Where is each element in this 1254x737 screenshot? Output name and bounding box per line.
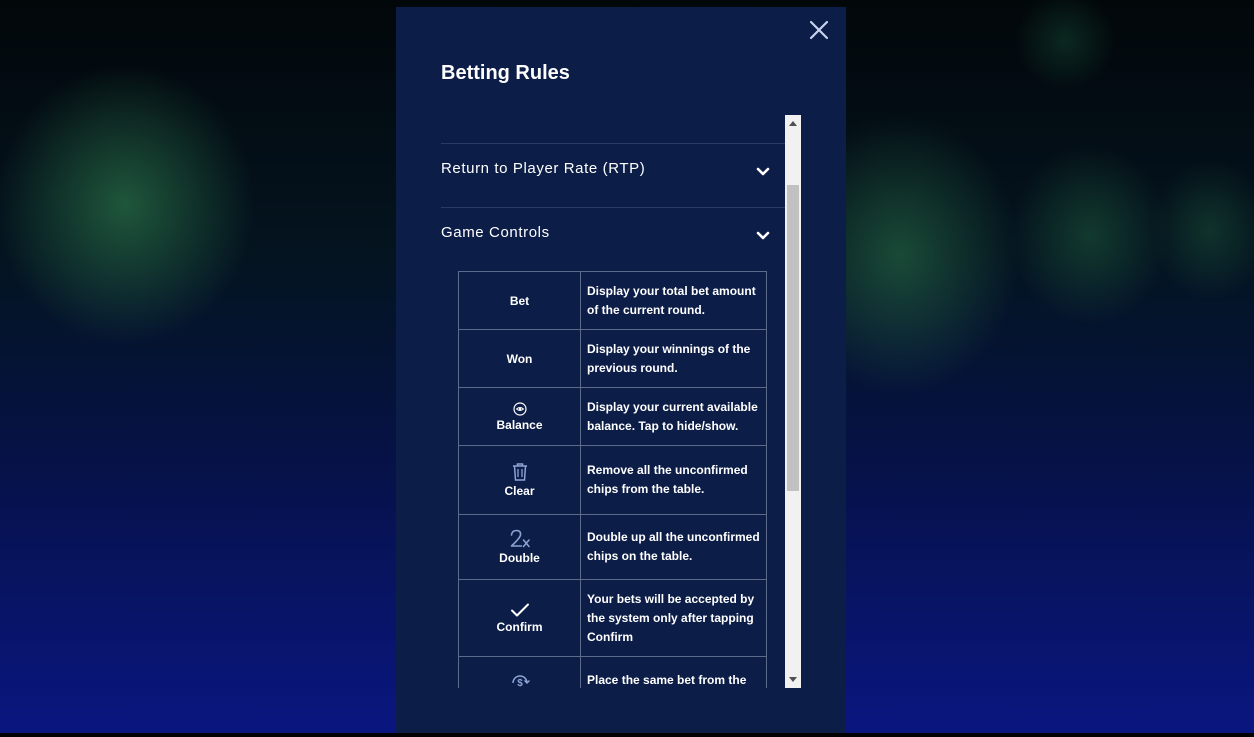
control-name: Double: [499, 551, 540, 565]
control-description: Place the same bet from the: [580, 656, 767, 688]
checkmark-icon: [510, 603, 529, 617]
modal-title: Betting Rules: [441, 62, 570, 84]
section-rtp-label: Return to Player Rate (RTP): [441, 160, 646, 177]
rules-content: Return to Player Rate (RTP) Game Control…: [441, 143, 785, 688]
eye-icon: [512, 401, 527, 416]
control-description: Display your current available balance. …: [580, 387, 767, 446]
betting-rules-modal: Betting Rules Return to Player Rate (RTP…: [396, 7, 846, 733]
scroll-down-arrow[interactable]: [789, 677, 797, 682]
scroll-up-arrow[interactable]: [789, 121, 797, 126]
control-name: Won: [506, 351, 533, 366]
table-row: Won Display your winnings of the previou…: [458, 329, 767, 388]
double-2x-icon: [510, 529, 530, 548]
control-name-cell: Clear: [458, 445, 581, 515]
rebet-dollar-icon: $: [511, 675, 530, 688]
control-name-cell: Confirm: [458, 579, 581, 657]
control-name: Bet: [509, 293, 530, 308]
control-name-cell: Balance: [458, 387, 581, 446]
control-name: Balance: [496, 417, 543, 432]
section-game-controls[interactable]: Game Controls: [441, 207, 785, 271]
table-row: Confirm Your bets will be accepted by th…: [458, 579, 767, 657]
scrollbar[interactable]: [785, 115, 801, 688]
rules-scroll-area[interactable]: Return to Player Rate (RTP) Game Control…: [441, 115, 785, 688]
table-row: Clear Remove all the unconfirmed chips f…: [458, 445, 767, 515]
control-name-cell: Double: [458, 514, 581, 580]
chevron-down-icon[interactable]: [755, 228, 771, 244]
control-description: Your bets will be accepted by the system…: [580, 579, 767, 657]
table-row: Balance Display your current available b…: [458, 387, 767, 446]
control-description: Display your total bet amount of the cur…: [580, 271, 767, 330]
bottom-edge: [0, 733, 1254, 737]
close-icon[interactable]: [808, 19, 830, 41]
scrollbar-thumb[interactable]: [787, 185, 799, 491]
table-row: $ Place the same bet from the: [458, 656, 767, 688]
game-controls-table: Bet Display your total bet amount of the…: [458, 271, 767, 688]
svg-text:$: $: [517, 678, 523, 688]
section-game-controls-label: Game Controls: [441, 224, 550, 241]
control-description: Double up all the unconfirmed chips on t…: [580, 514, 767, 580]
chevron-down-icon[interactable]: [755, 164, 771, 180]
control-name-cell: Bet: [458, 271, 581, 330]
control-name-cell: Won: [458, 329, 581, 388]
control-name: Clear: [504, 484, 535, 498]
control-description: Display your winnings of the previous ro…: [580, 329, 767, 388]
trash-icon: [512, 463, 527, 481]
control-name-cell: $: [458, 656, 581, 688]
table-row: Double Double up all the unconfirmed chi…: [458, 514, 767, 580]
section-rtp[interactable]: Return to Player Rate (RTP): [441, 143, 785, 207]
control-name: Confirm: [496, 620, 543, 634]
table-row: Bet Display your total bet amount of the…: [458, 271, 767, 330]
control-description: Remove all the unconfirmed chips from th…: [580, 445, 767, 515]
